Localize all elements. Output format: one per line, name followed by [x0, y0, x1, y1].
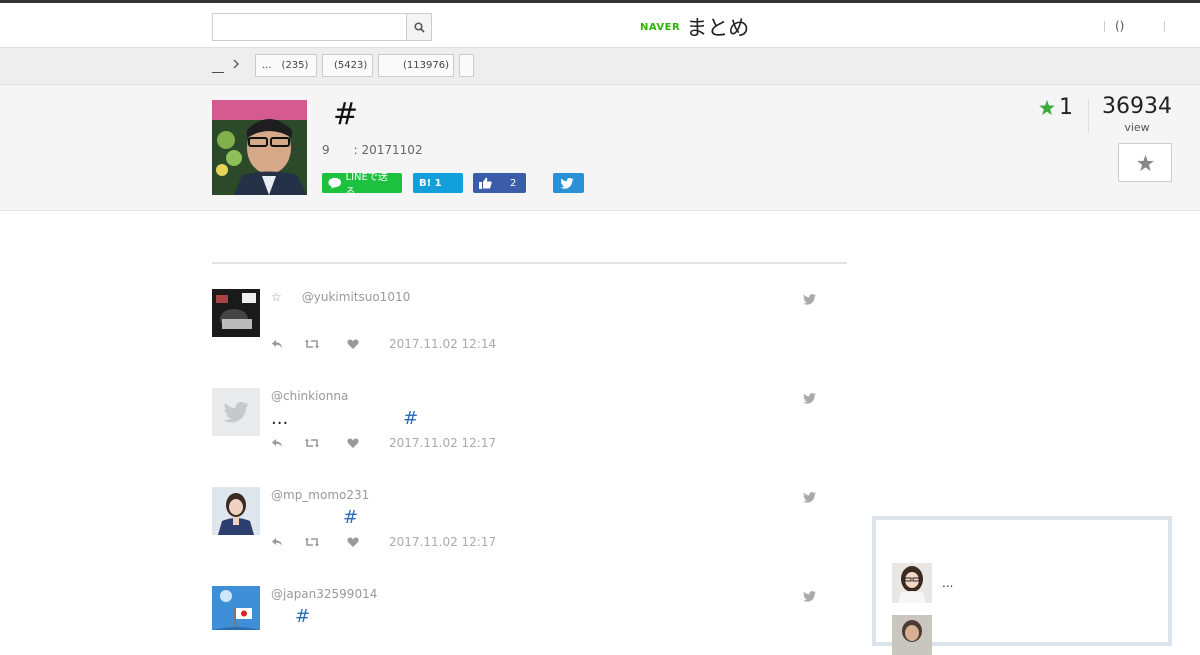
twitter-bird-icon[interactable]: [803, 290, 816, 309]
tweet-text: #: [271, 507, 358, 528]
tweet-user: @chinkionna: [271, 389, 348, 403]
tweet-display-name[interactable]: ☆: [271, 290, 282, 304]
tweet-item: @japan32599014 #: [212, 586, 832, 630]
related-item[interactable]: ...: [892, 563, 953, 603]
update-date: : 20171102: [353, 143, 423, 157]
tweet-item: @mp_momo231 # 2017.11.02 12:17: [212, 487, 832, 577]
tweet-date[interactable]: 2017.11.02 12:14: [389, 337, 496, 351]
tweet-date[interactable]: 2017.11.02 12:17: [389, 535, 496, 549]
tweet-handle[interactable]: @japan32599014: [271, 587, 377, 601]
chevron-right-icon: [232, 58, 240, 73]
search-input[interactable]: [213, 14, 407, 40]
view-count-label: view: [1124, 121, 1150, 134]
logo-matome-text: まとめ: [686, 16, 750, 40]
matome-meta: 9 : 20171102: [322, 143, 423, 157]
tweet-handle[interactable]: @chinkionna: [271, 389, 348, 403]
twitter-bird-icon[interactable]: [803, 488, 816, 507]
tweet-item: ☆ @yukimitsuo1010 2017.11.02 12:14: [212, 289, 832, 379]
breadcrumb-tag[interactable]: [459, 54, 474, 77]
retweet-icon[interactable]: [305, 537, 339, 547]
facebook-count: 2: [510, 177, 517, 189]
search-button[interactable]: [406, 14, 431, 40]
content-divider: [212, 262, 847, 264]
top-header: NAVER まとめ (): [0, 0, 1200, 48]
header-user-links: (): [1104, 19, 1166, 33]
search-icon: [413, 21, 425, 33]
hatena-bookmark-button[interactable]: B! 1: [413, 173, 463, 193]
reply-icon[interactable]: [271, 339, 305, 349]
tweet-actions: 2017.11.02 12:17: [271, 436, 496, 450]
favorite-count-value: 1: [1059, 95, 1073, 120]
page-title: #: [333, 97, 359, 132]
line-icon: [328, 177, 342, 189]
tweet-user: @japan32599014: [271, 587, 377, 601]
reply-icon[interactable]: [271, 438, 305, 448]
like-heart-icon[interactable]: [347, 438, 381, 448]
line-share-button[interactable]: LINEで送る: [322, 172, 402, 198]
related-item-title[interactable]: ...: [942, 576, 953, 590]
tweet-date[interactable]: 2017.11.02 12:17: [389, 436, 496, 450]
tweet-text-body: ...: [271, 408, 289, 429]
default-avatar-bird-icon: [223, 401, 249, 422]
view-count: 36934 view: [1098, 93, 1176, 134]
tweet-avatar[interactable]: [212, 487, 260, 535]
tweet-item: @chinkionna ... # 2017.11.02 12:17: [212, 388, 832, 478]
related-matome-box: ...: [872, 516, 1172, 655]
tweet-hashtag[interactable]: #: [403, 408, 418, 429]
twitter-bird-icon[interactable]: [803, 587, 816, 606]
like-heart-icon[interactable]: [347, 537, 381, 547]
tweet-handle[interactable]: @mp_momo231: [271, 488, 369, 502]
tweet-avatar[interactable]: [212, 388, 260, 436]
favorite-count: 1: [1039, 95, 1073, 120]
tweet-actions: 2017.11.02 12:17: [271, 535, 496, 549]
breadcrumb-tag[interactable]: (5423): [322, 54, 373, 77]
tweet-hashtag[interactable]: #: [343, 507, 358, 528]
hatena-label: B! 1: [419, 177, 442, 189]
line-share-label: LINEで送る: [345, 172, 388, 198]
stats-divider: [1088, 99, 1089, 133]
star-icon: [1136, 154, 1154, 171]
header-divider: [1104, 20, 1105, 32]
retweet-icon[interactable]: [305, 339, 339, 349]
logo-naver-text: NAVER: [640, 21, 681, 33]
tweet-user: @mp_momo231: [271, 488, 369, 502]
add-favorite-button[interactable]: [1118, 143, 1172, 182]
tag-count: (5423): [334, 60, 368, 71]
reply-icon[interactable]: [271, 537, 305, 547]
like-heart-icon[interactable]: [347, 339, 381, 349]
tweet-hashtag[interactable]: #: [295, 606, 310, 627]
search-box: [212, 13, 432, 41]
breadcrumb-tag[interactable]: (113976): [378, 54, 454, 77]
header-divider: [1164, 20, 1166, 32]
matome-thumbnail[interactable]: [212, 100, 307, 195]
tweet-avatar[interactable]: [212, 289, 260, 337]
naver-matome-logo[interactable]: NAVER まとめ: [640, 13, 749, 41]
star-icon: [1039, 100, 1055, 115]
twitter-share-button[interactable]: [553, 173, 584, 193]
tweet-text: ... #: [271, 408, 418, 429]
tweet-actions: 2017.11.02 12:14: [271, 337, 496, 351]
matome-header: # 9 : 20171102 LINEで送る B! 1 2 1 36934 vi…: [0, 85, 1200, 211]
item-count: 9: [322, 143, 330, 157]
tag-label: ...: [262, 60, 272, 71]
thumbs-up-icon: [479, 177, 492, 189]
related-item-thumbnail[interactable]: [892, 563, 932, 603]
tweet-handle[interactable]: @yukimitsuo1010: [302, 290, 410, 304]
tweet-user: ☆ @yukimitsuo1010: [271, 290, 410, 304]
tag-count: (113976): [403, 60, 449, 71]
twitter-bird-icon: [559, 177, 574, 189]
tag-count: (235): [281, 60, 309, 71]
breadcrumb-tag[interactable]: ... (235): [255, 54, 317, 77]
breadcrumb: __ ... (235) (5423) (113976): [0, 48, 1200, 85]
user-link[interactable]: (): [1115, 19, 1124, 33]
tweet-text: #: [271, 606, 310, 627]
tweet-avatar[interactable]: [212, 586, 260, 630]
view-count-value: 36934: [1102, 94, 1172, 119]
breadcrumb-home[interactable]: __: [212, 59, 224, 73]
facebook-like-button[interactable]: 2: [473, 173, 526, 193]
related-item-thumbnail[interactable]: [892, 615, 932, 655]
retweet-icon[interactable]: [305, 438, 339, 448]
twitter-bird-icon[interactable]: [803, 389, 816, 408]
related-item[interactable]: [892, 615, 942, 655]
